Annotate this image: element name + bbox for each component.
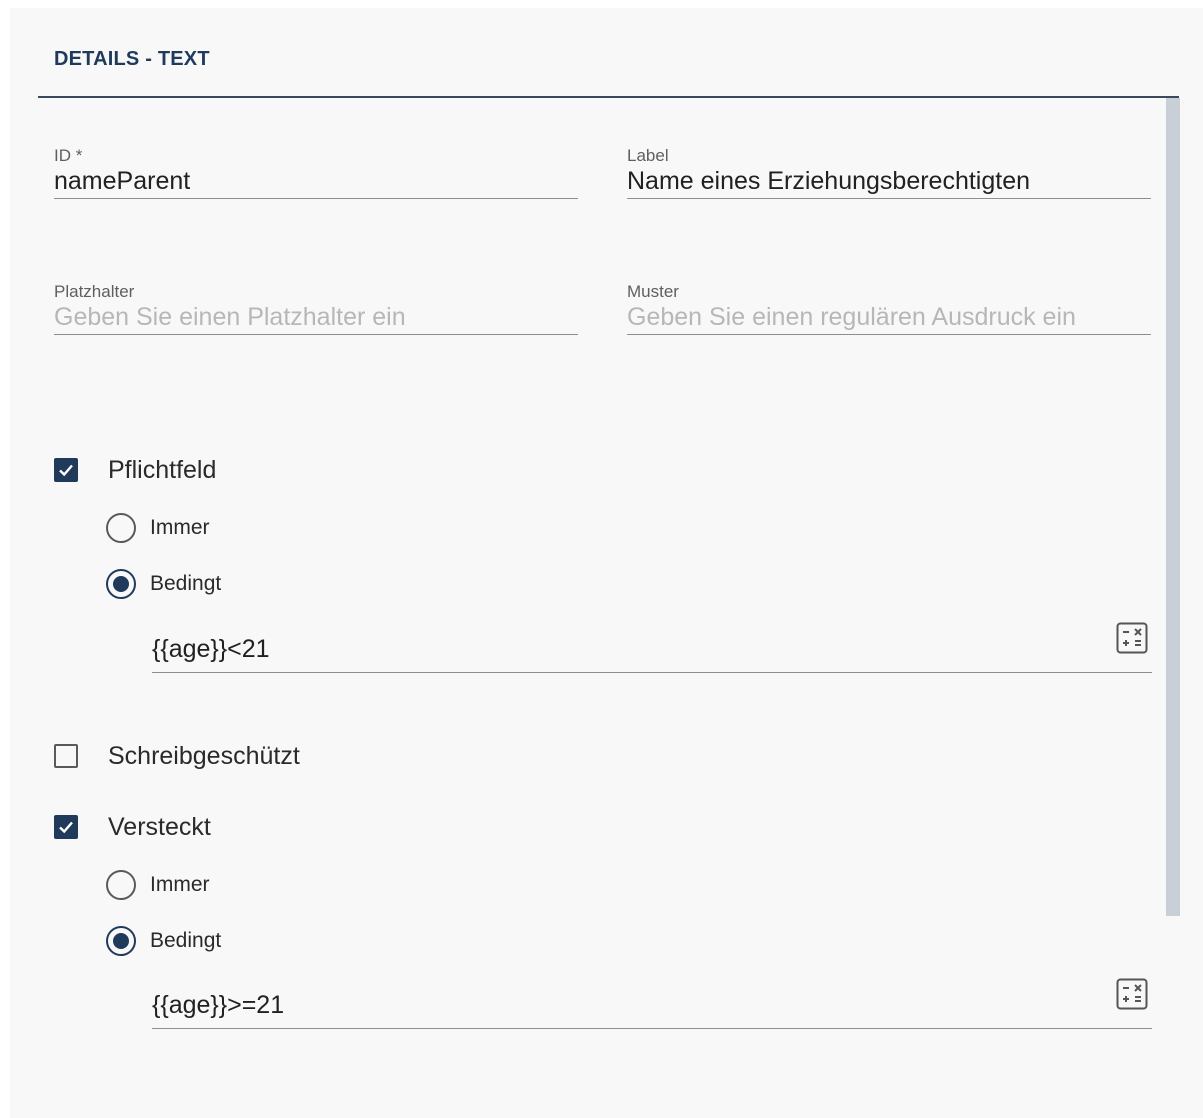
hidden-checkbox-row[interactable]: Versteckt — [54, 812, 211, 842]
required-radio-conditional[interactable] — [106, 569, 136, 599]
details-panel: DETAILS - TEXT ID * Label Platzhalter Mu… — [10, 8, 1203, 1118]
readonly-label: Schreibgeschützt — [108, 741, 300, 770]
hidden-option-conditional[interactable]: Bedingt — [106, 924, 221, 958]
pattern-input[interactable] — [627, 300, 1151, 335]
hidden-radio-always[interactable] — [106, 870, 136, 900]
panel-title: DETAILS - TEXT — [54, 48, 210, 70]
hidden-label: Versteckt — [108, 812, 211, 841]
label-input[interactable] — [627, 164, 1151, 199]
hidden-expression-field[interactable]: {{age}}>=21 — [152, 978, 1152, 1029]
hidden-radio-conditional[interactable] — [106, 926, 136, 956]
hidden-expression[interactable]: {{age}}>=21 — [152, 991, 284, 1020]
calculator-icon[interactable] — [1116, 978, 1148, 1010]
required-label: Pflichtfeld — [108, 455, 217, 484]
hidden-option-always[interactable]: Immer — [106, 868, 210, 902]
hidden-option-always-label: Immer — [150, 873, 210, 896]
scrollbar[interactable] — [1166, 98, 1180, 916]
radio-selected-dot — [113, 576, 129, 592]
placeholder-field-label: Platzhalter — [54, 282, 135, 301]
readonly-checkbox-row[interactable]: Schreibgeschützt — [54, 741, 300, 771]
pattern-field-label: Muster — [627, 282, 679, 301]
required-checkbox-row[interactable]: Pflichtfeld — [54, 455, 216, 485]
required-option-always-label: Immer — [150, 516, 210, 539]
check-icon — [59, 464, 73, 477]
required-radio-always[interactable] — [106, 513, 136, 543]
hidden-checkbox[interactable] — [54, 815, 78, 839]
label-field-label: Label — [627, 146, 669, 165]
readonly-checkbox[interactable] — [54, 744, 78, 768]
id-input[interactable] — [54, 164, 578, 199]
required-expression-field[interactable]: {{age}}<21 — [152, 622, 1152, 673]
placeholder-input[interactable] — [54, 300, 578, 335]
radio-selected-dot — [113, 933, 129, 949]
id-field-label: ID * — [54, 146, 83, 165]
required-option-conditional[interactable]: Bedingt — [106, 567, 221, 601]
hidden-option-conditional-label: Bedingt — [150, 929, 222, 952]
required-option-conditional-label: Bedingt — [150, 572, 222, 595]
required-option-always[interactable]: Immer — [106, 511, 210, 545]
check-icon — [59, 821, 73, 834]
required-checkbox[interactable] — [54, 458, 78, 482]
calculator-icon[interactable] — [1116, 622, 1148, 654]
panel-divider — [38, 96, 1179, 98]
required-expression[interactable]: {{age}}<21 — [152, 635, 270, 664]
